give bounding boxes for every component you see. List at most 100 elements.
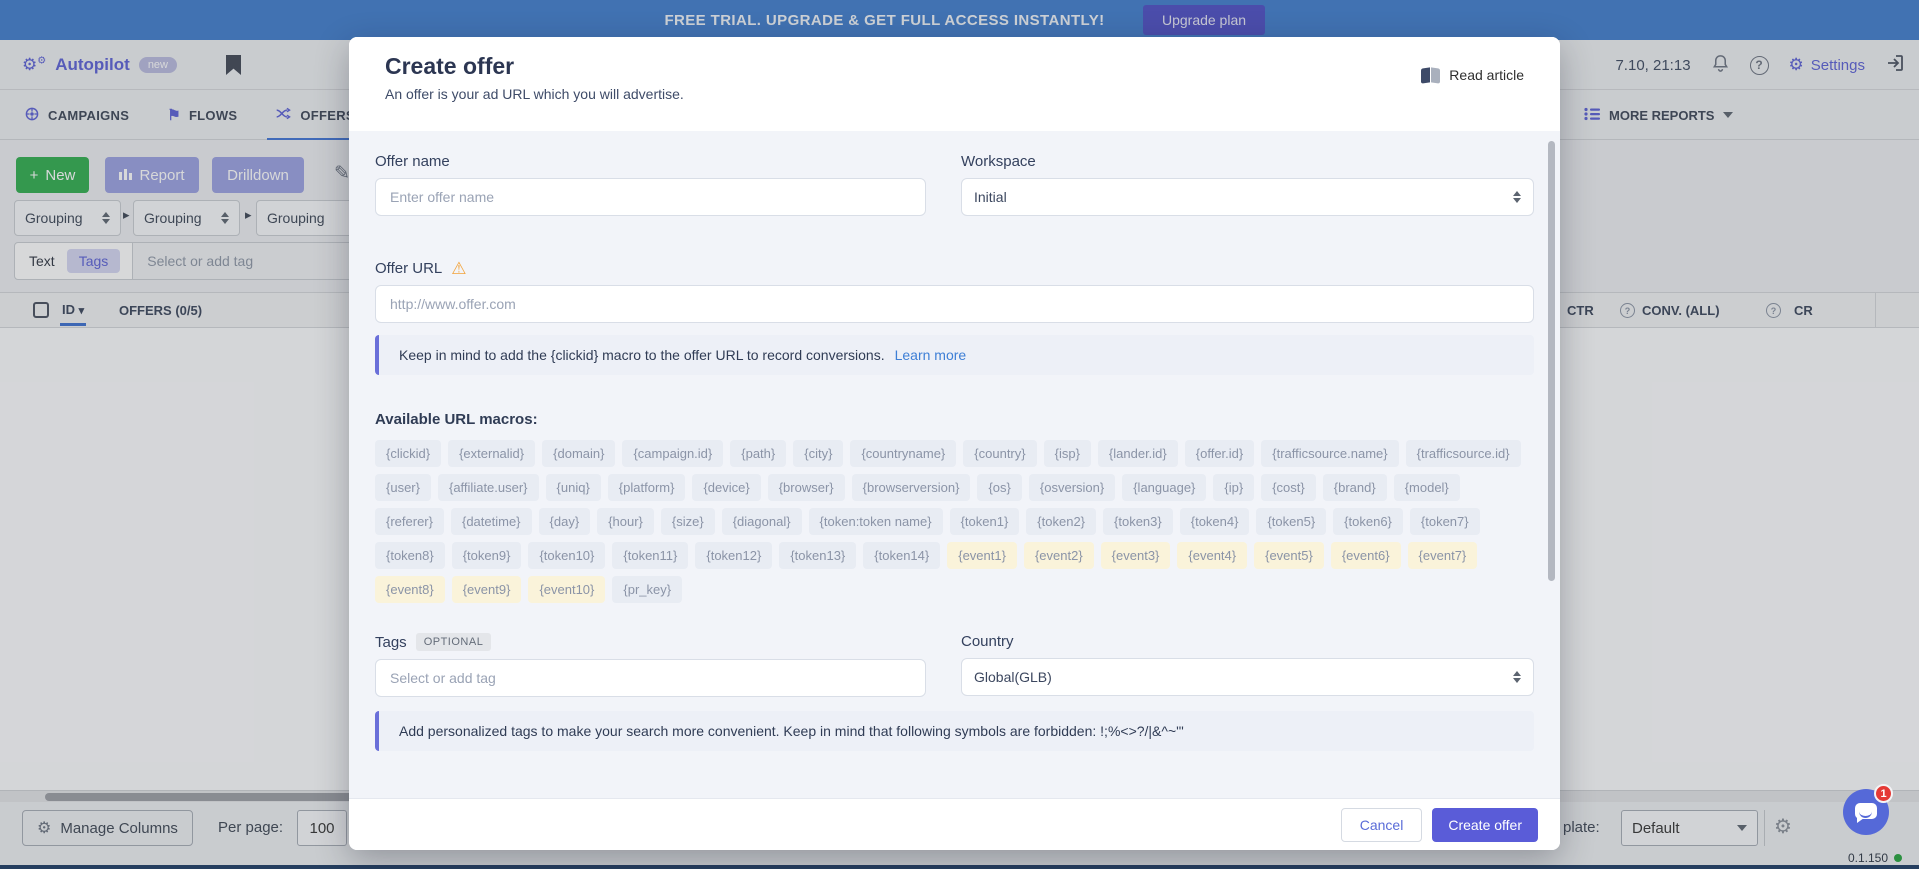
read-article-label: Read article [1449,67,1524,83]
macro-chip[interactable]: {token3} [1103,508,1173,535]
macro-chip[interactable]: {token7} [1410,508,1480,535]
macro-chip[interactable]: {event10} [528,576,605,603]
country-label: Country [961,633,1534,650]
chat-widget[interactable]: 1 [1843,789,1889,835]
macro-chip[interactable]: {cost} [1261,474,1316,501]
create-offer-button[interactable]: Create offer [1432,808,1538,842]
country-select[interactable]: Global(GLB) [961,658,1534,696]
offer-name-label: Offer name [375,153,926,170]
macro-chip[interactable]: {day} [539,508,591,535]
chat-unread-badge: 1 [1874,784,1893,803]
macro-chip[interactable]: {browserversion} [852,474,971,501]
macro-chip[interactable]: {city} [793,440,843,467]
modal-footer: Cancel Create offer [349,798,1560,850]
modal-header: Create offer An offer is your ad URL whi… [349,37,1560,131]
macro-chip[interactable]: {model} [1394,474,1460,501]
macro-chip[interactable]: {brand} [1323,474,1387,501]
workspace-field: Workspace Initial [961,153,1534,216]
macro-chip[interactable]: {device} [692,474,760,501]
macro-chip[interactable]: {lander.id} [1098,440,1178,467]
warning-icon: ⚠ [451,260,466,277]
offer-url-input[interactable] [375,285,1534,323]
tags-note: Add personalized tags to make your searc… [375,711,1534,751]
macro-chip[interactable]: {size} [661,508,715,535]
modal-scrollbar-thumb[interactable] [1548,141,1555,581]
tags-input[interactable] [375,659,926,697]
macro-chip[interactable]: {token:token name} [809,508,943,535]
macro-chip[interactable]: {os} [977,474,1021,501]
country-select-value: Global(GLB) [974,669,1052,685]
macro-chip[interactable]: {event3} [1101,542,1171,569]
macro-chip[interactable]: {trafficsource.id} [1406,440,1521,467]
macro-chip[interactable]: {token12} [695,542,772,569]
cancel-button[interactable]: Cancel [1341,808,1423,842]
offer-name-field: Offer name [375,153,926,216]
macro-chip[interactable]: {path} [730,440,786,467]
workspace-select-value: Initial [974,189,1007,205]
macro-chip[interactable]: {token8} [375,542,445,569]
stepper-icon [1513,671,1521,683]
modal-body: Offer name Workspace Initial Offer URL ⚠ [349,131,1560,798]
macro-chip[interactable]: {token5} [1256,508,1326,535]
macro-chip[interactable]: {offer.id} [1185,440,1254,467]
macro-chip[interactable]: {referer} [375,508,444,535]
macro-chip[interactable]: {token6} [1333,508,1403,535]
macro-chip[interactable]: {event4} [1177,542,1247,569]
offer-url-field: Offer URL ⚠ Keep in mind to add the {cli… [375,260,1534,375]
modal-subtitle: An offer is your ad URL which you will a… [385,86,1524,102]
macro-chip[interactable]: {token10} [528,542,605,569]
macro-chip[interactable]: {platform} [608,474,686,501]
workspace-select[interactable]: Initial [961,178,1534,216]
macro-chip[interactable]: {datetime} [451,508,532,535]
read-article-link[interactable]: Read article [1421,67,1524,83]
offer-url-label: Offer URL [375,260,442,277]
modal-title: Create offer [385,53,1524,80]
macro-chip[interactable]: {event1} [947,542,1017,569]
macro-chip[interactable]: {token2} [1026,508,1096,535]
macro-chip[interactable]: {pr_key} [612,576,682,603]
macros-label: Available URL macros: [375,411,1534,428]
app-screen: FREE TRIAL. UPGRADE & GET FULL ACCESS IN… [0,0,1919,869]
macro-chip[interactable]: {trafficsource.name} [1261,440,1398,467]
macro-chip[interactable]: {event8} [375,576,445,603]
macro-chip[interactable]: {token11} [612,542,688,569]
macro-chip[interactable]: {token9} [452,542,522,569]
macro-chips: {clickid} {externalid} {domain} {campaign.i… [375,440,1534,603]
macro-chip[interactable]: {token13} [779,542,856,569]
macro-chip[interactable]: {event2} [1024,542,1094,569]
macro-chip[interactable]: {browser} [768,474,845,501]
macro-chip[interactable]: {language} [1122,474,1206,501]
macro-chip[interactable]: {event6} [1331,542,1401,569]
macro-chip[interactable]: {countryname} [850,440,956,467]
macro-chip[interactable]: {diagonal} [722,508,802,535]
macro-chip[interactable]: {campaign.id} [622,440,723,467]
macro-chip[interactable]: {externalid} [448,440,535,467]
macro-chip[interactable]: {affiliate.user} [438,474,539,501]
macro-chip[interactable]: {event9} [452,576,522,603]
macro-chip[interactable]: {hour} [597,508,654,535]
macro-chip[interactable]: {osversion} [1029,474,1115,501]
macro-chip[interactable]: {isp} [1044,440,1091,467]
macro-chip[interactable]: {event5} [1254,542,1324,569]
macro-chip[interactable]: {ip} [1213,474,1254,501]
macro-chip[interactable]: {country} [963,440,1036,467]
tags-field: Tags OPTIONAL [375,633,926,697]
clickid-note: Keep in mind to add the {clickid} macro … [375,335,1534,375]
create-offer-modal: Create offer An offer is your ad URL whi… [349,37,1560,850]
stepper-icon [1513,191,1521,203]
macro-chip[interactable]: {uniq} [546,474,601,501]
macro-chip[interactable]: {domain} [542,440,615,467]
tags-country-row: Tags OPTIONAL Country Global(GLB) [375,633,1534,697]
macro-chip[interactable]: {token14} [863,542,940,569]
clickid-note-text: Keep in mind to add the {clickid} macro … [399,347,885,363]
tags-label: Tags [375,634,407,651]
macro-chip[interactable]: {token4} [1180,508,1250,535]
country-field: Country Global(GLB) [961,633,1534,697]
macro-chip[interactable]: {event7} [1408,542,1478,569]
offer-name-input[interactable] [375,178,926,216]
macro-chip[interactable]: {clickid} [375,440,441,467]
learn-more-link[interactable]: Learn more [895,347,967,363]
macro-chip[interactable]: {token1} [950,508,1020,535]
macro-chip[interactable]: {user} [375,474,431,501]
macros-section: Available URL macros: {clickid} {external… [375,411,1534,603]
